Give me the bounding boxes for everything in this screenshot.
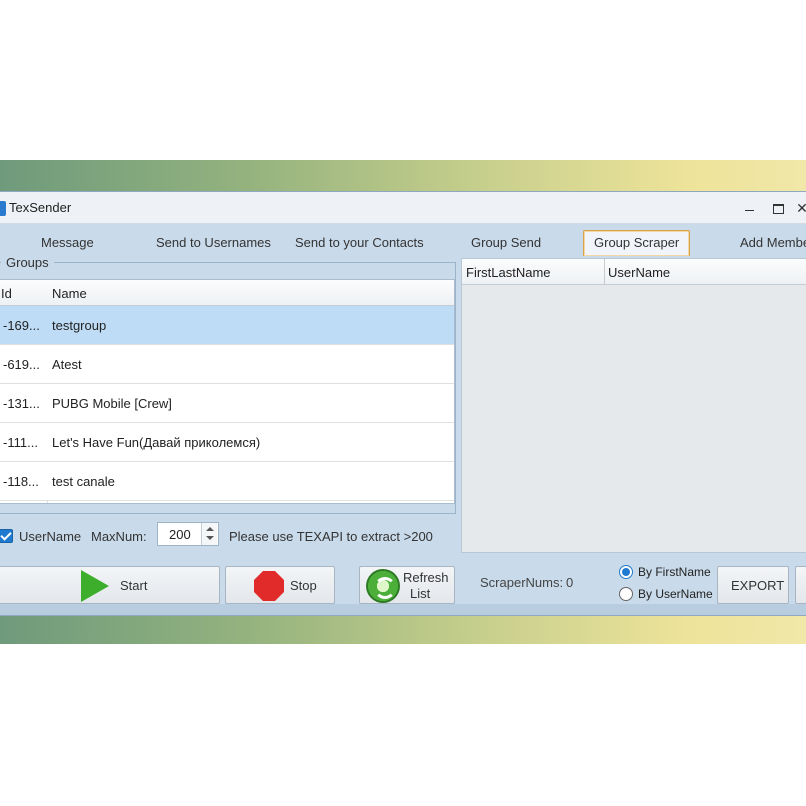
spin-up-icon[interactable] bbox=[206, 527, 214, 531]
column-header-id[interactable]: Id bbox=[1, 286, 12, 301]
row-id: -169... bbox=[3, 318, 40, 333]
groups-legend: Groups bbox=[1, 255, 54, 270]
groups-grid[interactable]: Id Name -169... testgroup -619... Atest … bbox=[0, 279, 455, 504]
tab-send-to-contacts[interactable]: Send to your Contacts bbox=[295, 235, 424, 250]
by-firstname-label: By FirstName bbox=[638, 565, 711, 579]
start-button-label: Start bbox=[120, 578, 148, 593]
tab-add-members[interactable]: Add Members bbox=[740, 235, 806, 250]
groups-groupbox: Groups Id Name -169... testgroup -619...… bbox=[0, 255, 456, 514]
tab-message[interactable]: Message bbox=[41, 235, 94, 250]
maxnum-hint: Please use TEXAPI to extract >200 bbox=[229, 529, 433, 544]
stop-button-label: Stop bbox=[290, 578, 317, 593]
tab-bar: Message Send to Usernames Send to your C… bbox=[0, 226, 806, 256]
refresh-list-button[interactable]: Refresh List bbox=[359, 566, 455, 604]
column-separator bbox=[604, 259, 605, 285]
maxnum-spinner[interactable] bbox=[201, 523, 217, 545]
table-row[interactable]: -619... Atest bbox=[0, 345, 454, 384]
tab-group-scraper[interactable]: Group Scraper bbox=[583, 230, 691, 256]
export-button[interactable]: EXPORT bbox=[717, 566, 789, 604]
column-header-name[interactable]: Name bbox=[52, 286, 87, 301]
row-name: test canale bbox=[52, 474, 115, 489]
row-name: Atest bbox=[52, 357, 82, 372]
app-window: TexSender ✕ Message Send to Usernames Se… bbox=[0, 191, 806, 616]
row-id: -118... bbox=[3, 474, 39, 489]
restore-icon[interactable] bbox=[771, 201, 785, 215]
play-icon bbox=[81, 570, 109, 602]
maxnum-value: 200 bbox=[169, 527, 191, 542]
username-checkbox[interactable] bbox=[0, 529, 13, 543]
column-header-firstlastname[interactable]: FirstLastName bbox=[466, 265, 551, 280]
scraped-users-grid[interactable]: FirstLastName UserName bbox=[461, 258, 806, 553]
tab-group-send[interactable]: Group Send bbox=[471, 235, 541, 250]
title-bar: TexSender ✕ bbox=[0, 192, 806, 224]
row-name: Let's Have Fun(Давай приколемся) bbox=[52, 435, 261, 450]
row-id: -619... bbox=[3, 357, 40, 372]
groups-grid-header: Id Name bbox=[0, 280, 454, 306]
row-name: PUBG Mobile [Crew] bbox=[52, 396, 172, 411]
stop-icon bbox=[254, 571, 284, 601]
close-icon[interactable]: ✕ bbox=[795, 201, 806, 215]
row-id: -131... bbox=[3, 396, 40, 411]
by-username-label: By UserName bbox=[638, 587, 713, 601]
export-button-label: EXPORT bbox=[731, 578, 785, 593]
stop-button[interactable]: Stop bbox=[225, 566, 335, 604]
table-row[interactable]: -169... testgroup bbox=[0, 306, 454, 345]
status-strip bbox=[0, 604, 806, 615]
start-button[interactable]: Start bbox=[0, 566, 220, 604]
scraper-nums-label: ScraperNums: bbox=[480, 575, 564, 590]
window-title: TexSender bbox=[9, 200, 72, 215]
column-header-username[interactable]: UserName bbox=[608, 265, 670, 280]
refresh-icon bbox=[366, 569, 400, 603]
scraper-nums-value: 0 bbox=[566, 575, 574, 590]
username-checkbox-label: UserName bbox=[19, 529, 82, 544]
extra-button[interactable] bbox=[795, 566, 806, 604]
spin-down-icon[interactable] bbox=[206, 536, 214, 540]
refresh-button-label-line1: Refresh bbox=[403, 570, 449, 585]
table-row[interactable]: -118... test canale bbox=[0, 462, 454, 501]
by-firstname-radio[interactable] bbox=[619, 565, 633, 579]
scrape-options-row: UserName MaxNum: 200 Please use TEXAPI t… bbox=[0, 522, 456, 550]
table-row[interactable]: -131... PUBG Mobile [Crew] bbox=[0, 384, 454, 423]
maxnum-label: MaxNum: bbox=[91, 529, 147, 544]
row-id: -111... bbox=[3, 435, 38, 450]
minimize-icon[interactable] bbox=[743, 201, 757, 215]
scraped-users-grid-header: FirstLastName UserName bbox=[462, 259, 806, 285]
table-row[interactable]: -111... Let's Have Fun(Давай приколемся) bbox=[0, 423, 454, 462]
row-name: testgroup bbox=[52, 318, 107, 333]
app-icon bbox=[0, 201, 6, 216]
by-username-radio[interactable] bbox=[619, 587, 633, 601]
refresh-button-label-line2: List bbox=[410, 586, 431, 601]
tab-send-to-usernames[interactable]: Send to Usernames bbox=[156, 235, 271, 250]
